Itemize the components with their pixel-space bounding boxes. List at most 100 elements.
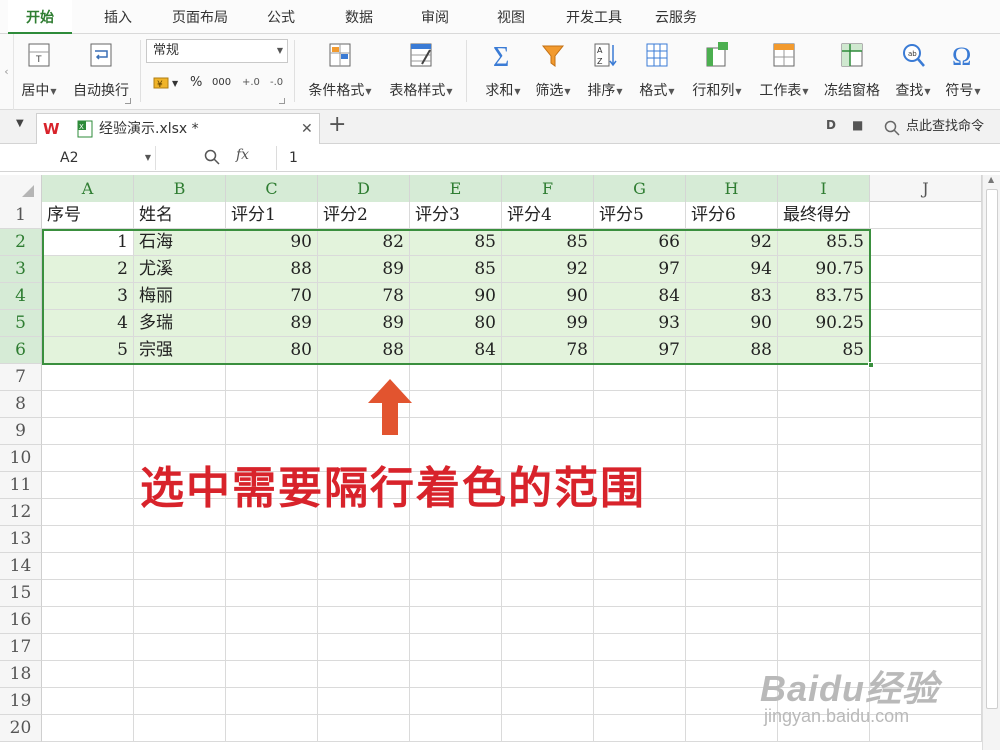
cell-h15[interactable] (686, 580, 778, 607)
cell-c8[interactable] (226, 391, 318, 418)
ribbon-scroll-left-icon[interactable]: ‹ (0, 34, 14, 110)
row-column-button[interactable]: 行和列▼ (688, 38, 746, 104)
cell-e2[interactable]: 85 (410, 229, 502, 256)
cell-b14[interactable] (134, 553, 226, 580)
cell-j7[interactable] (870, 364, 982, 391)
cell-j9[interactable] (870, 418, 982, 445)
wrap-text-button[interactable]: 自动换行 (68, 38, 134, 104)
cell-c16[interactable] (226, 607, 318, 634)
cell-j14[interactable] (870, 553, 982, 580)
cell-a7[interactable] (42, 364, 134, 391)
cell-e18[interactable] (410, 661, 502, 688)
row-header-12[interactable]: 12 (0, 499, 42, 526)
cell-f6[interactable]: 78 (502, 337, 594, 364)
fill-handle[interactable] (868, 362, 874, 368)
cell-a12[interactable] (42, 499, 134, 526)
row-header-2[interactable]: 2 (0, 229, 42, 256)
cell-g8[interactable] (594, 391, 686, 418)
cell-d16[interactable] (318, 607, 410, 634)
cell-i7[interactable] (778, 364, 870, 391)
tab-view[interactable]: 视图 (482, 0, 540, 34)
row-header-9[interactable]: 9 (0, 418, 42, 445)
tab-data[interactable]: 数据 (330, 0, 388, 34)
cell-i11[interactable] (778, 472, 870, 499)
cell-b6[interactable]: 宗强 (134, 337, 226, 364)
column-header-i[interactable]: I (778, 175, 870, 202)
cell-i13[interactable] (778, 526, 870, 553)
conditional-format-button[interactable]: 条件格式▼ (302, 38, 378, 104)
cell-j10[interactable] (870, 445, 982, 472)
cell-a17[interactable] (42, 634, 134, 661)
tab-formulas[interactable]: 公式 (252, 0, 310, 34)
column-header-j[interactable]: J (870, 175, 982, 202)
cell-h13[interactable] (686, 526, 778, 553)
cell-b1[interactable]: 姓名 (134, 202, 226, 229)
column-header-b[interactable]: B (134, 175, 226, 202)
cell-c20[interactable] (226, 715, 318, 742)
comment-icon[interactable]: ■ (852, 118, 863, 132)
cell-h6[interactable]: 88 (686, 337, 778, 364)
cell-g5[interactable]: 93 (594, 310, 686, 337)
cell-f17[interactable] (502, 634, 594, 661)
find-command-input[interactable]: 点此查找命令 (906, 110, 984, 144)
cell-f3[interactable]: 92 (502, 256, 594, 283)
cell-b2[interactable]: 石海 (134, 229, 226, 256)
cell-i2[interactable]: 85.5 (778, 229, 870, 256)
row-header-19[interactable]: 19 (0, 688, 42, 715)
cell-j3[interactable] (870, 256, 982, 283)
cell-c15[interactable] (226, 580, 318, 607)
cell-a1[interactable]: 序号 (42, 202, 134, 229)
cell-c5[interactable]: 89 (226, 310, 318, 337)
cell-e16[interactable] (410, 607, 502, 634)
cell-g14[interactable] (594, 553, 686, 580)
cell-d5[interactable]: 89 (318, 310, 410, 337)
cell-h4[interactable]: 83 (686, 283, 778, 310)
cell-b18[interactable] (134, 661, 226, 688)
tab-insert[interactable]: 插入 (88, 0, 148, 34)
freeze-panes-button[interactable]: 冻结窗格 (820, 38, 884, 104)
cell-h11[interactable] (686, 472, 778, 499)
column-header-d[interactable]: D (318, 175, 410, 202)
cell-f2[interactable]: 85 (502, 229, 594, 256)
cell-i10[interactable] (778, 445, 870, 472)
cell-b20[interactable] (134, 715, 226, 742)
cell-h7[interactable] (686, 364, 778, 391)
cell-i6[interactable]: 85 (778, 337, 870, 364)
cell-f1[interactable]: 评分4 (502, 202, 594, 229)
column-header-e[interactable]: E (410, 175, 502, 202)
cell-d17[interactable] (318, 634, 410, 661)
name-box-dropdown-icon[interactable]: ▼ (145, 146, 151, 170)
tab-review[interactable]: 审阅 (406, 0, 464, 34)
column-header-h[interactable]: H (686, 175, 778, 202)
row-header-3[interactable]: 3 (0, 256, 42, 283)
row-header-5[interactable]: 5 (0, 310, 42, 337)
column-header-a[interactable]: A (42, 175, 134, 202)
scroll-up-icon[interactable]: ▲ (988, 175, 994, 184)
cell-g2[interactable]: 66 (594, 229, 686, 256)
cell-f16[interactable] (502, 607, 594, 634)
row-header-18[interactable]: 18 (0, 661, 42, 688)
zoom-formula-icon[interactable] (204, 149, 220, 165)
column-header-f[interactable]: F (502, 175, 594, 202)
cell-j5[interactable] (870, 310, 982, 337)
cell-e19[interactable] (410, 688, 502, 715)
tab-home[interactable]: 开始 (8, 0, 72, 35)
cell-b8[interactable] (134, 391, 226, 418)
cell-e7[interactable] (410, 364, 502, 391)
vertical-scrollbar[interactable]: ▲ (982, 175, 1000, 750)
cell-a3[interactable]: 2 (42, 256, 134, 283)
row-header-16[interactable]: 16 (0, 607, 42, 634)
cell-g20[interactable] (594, 715, 686, 742)
row-header-4[interactable]: 4 (0, 283, 42, 310)
row-header-6[interactable]: 6 (0, 337, 42, 364)
cell-b3[interactable]: 尤溪 (134, 256, 226, 283)
cell-e3[interactable]: 85 (410, 256, 502, 283)
cell-a9[interactable] (42, 418, 134, 445)
comma-style-button[interactable]: 000 (212, 72, 231, 94)
cell-f20[interactable] (502, 715, 594, 742)
cell-f5[interactable]: 99 (502, 310, 594, 337)
column-header-g[interactable]: G (594, 175, 686, 202)
cell-a20[interactable] (42, 715, 134, 742)
cell-a4[interactable]: 3 (42, 283, 134, 310)
cell-e9[interactable] (410, 418, 502, 445)
